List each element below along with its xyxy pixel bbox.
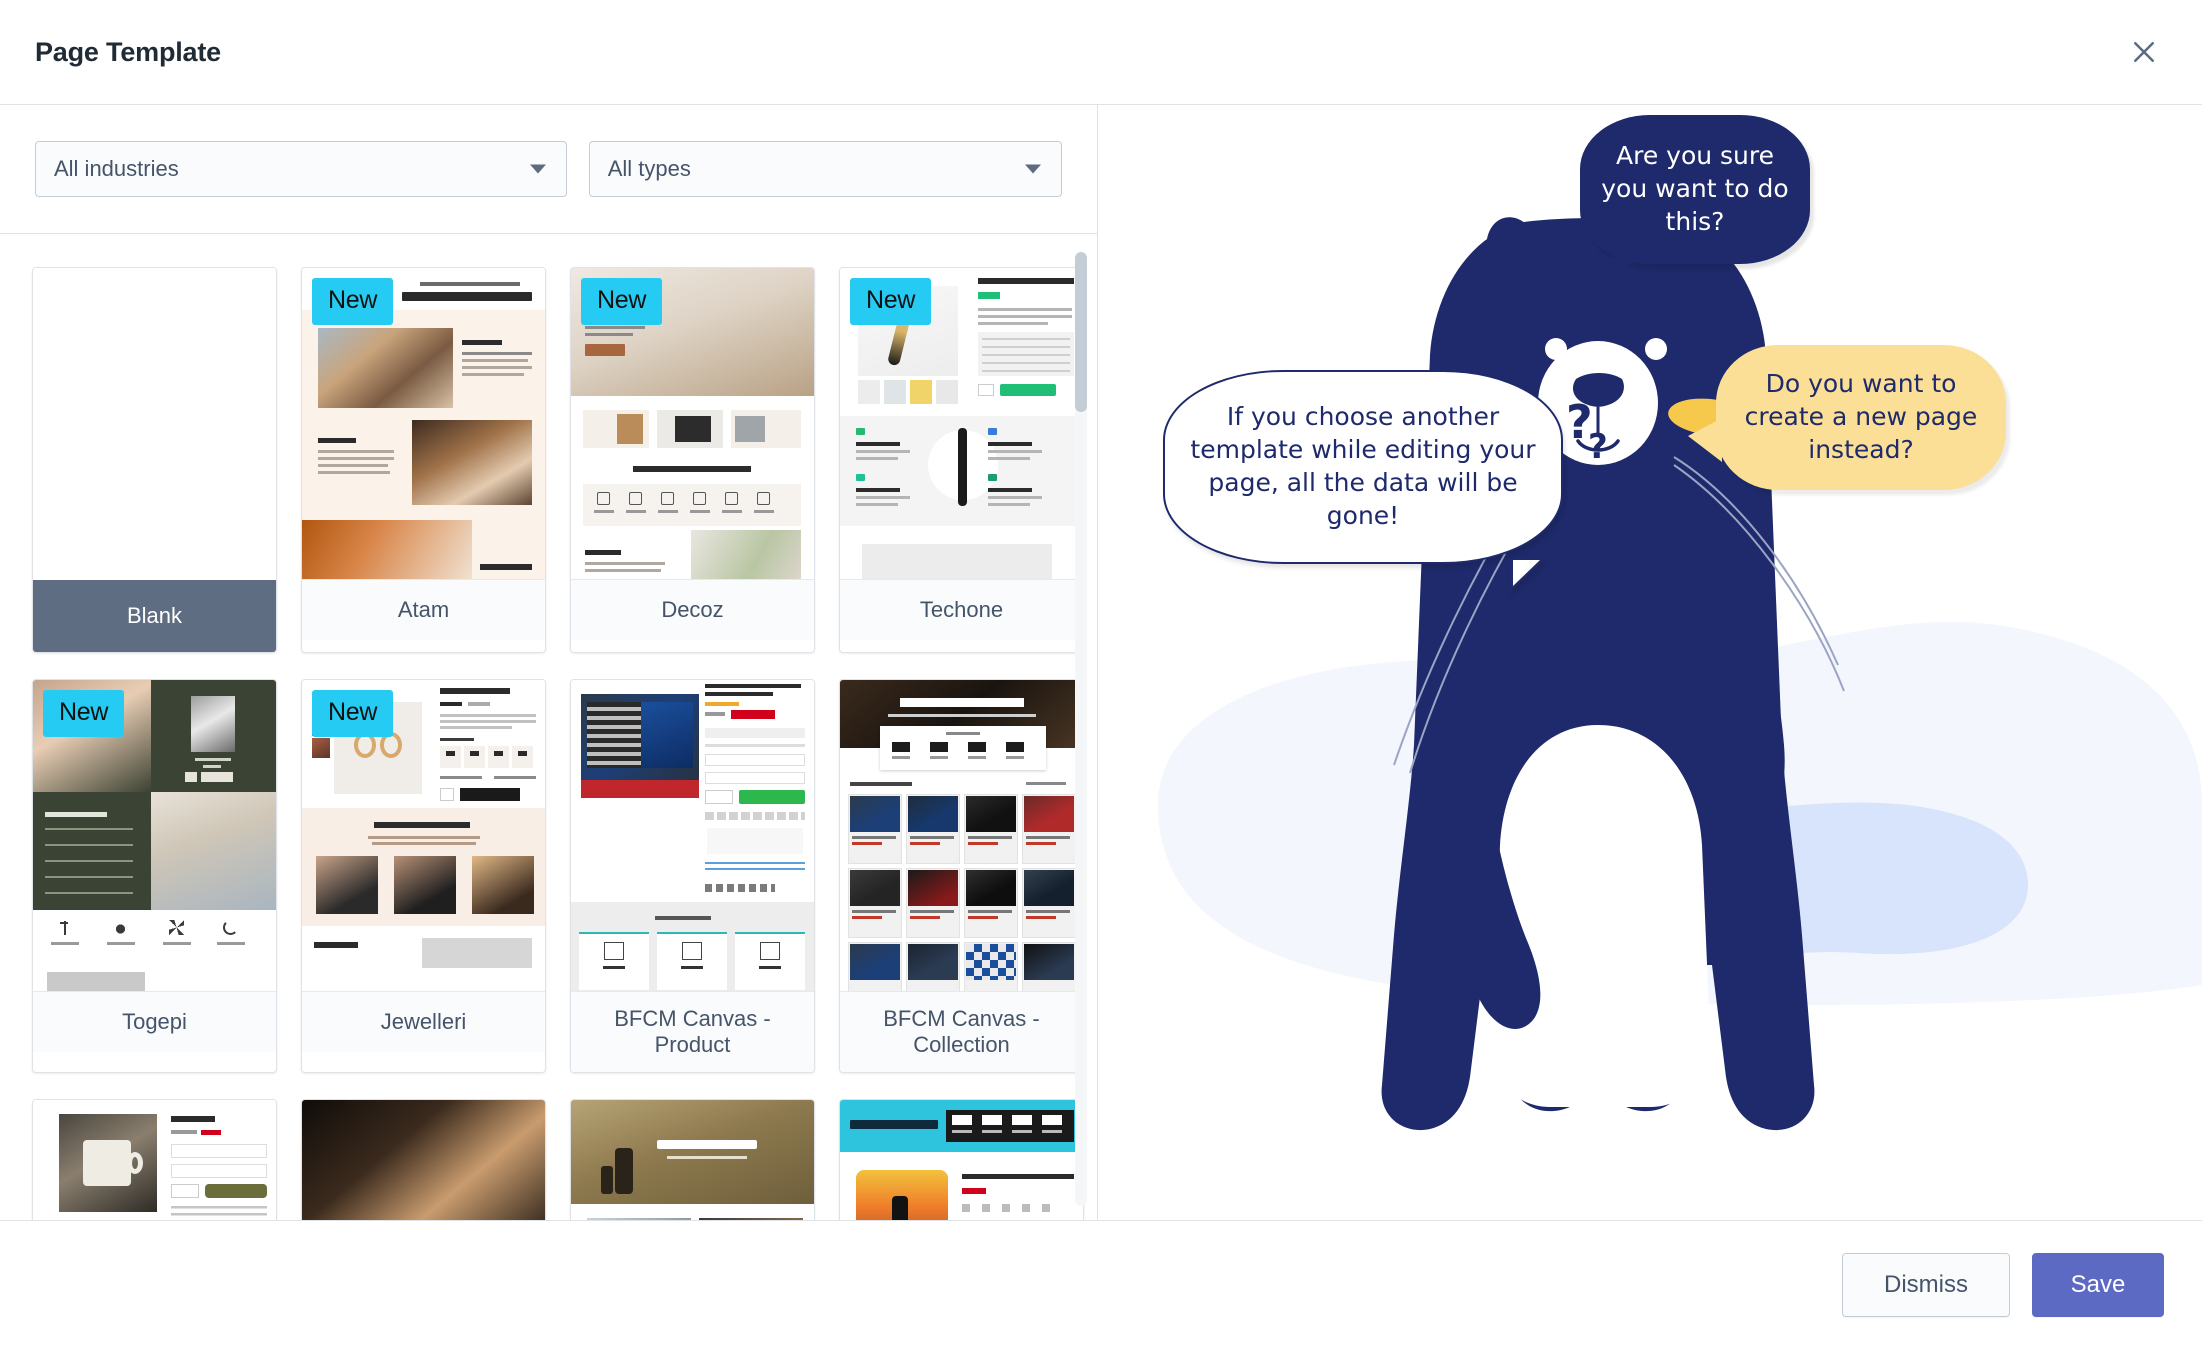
illustration-pane: ? ? If you choose another template while… xyxy=(1098,105,2202,1220)
types-select-value: All types xyxy=(607,156,691,181)
template-thumbnail xyxy=(571,1099,814,1220)
template-grid: Blank New Atam New Decoz New Techone New… xyxy=(0,249,1097,1220)
template-thumbnail xyxy=(302,1099,545,1220)
template-browser-pane: All industries All types Blank New Atam … xyxy=(0,105,1098,1220)
modal-header: Page Template xyxy=(0,0,2202,105)
new-badge: New xyxy=(43,690,125,737)
new-badge: New xyxy=(312,690,394,737)
template-thumbnail xyxy=(571,680,814,992)
template-card-decoz[interactable]: New Decoz xyxy=(570,267,815,653)
template-card-techone[interactable]: New Techone xyxy=(839,267,1084,653)
template-card-label: Techone xyxy=(840,580,1083,640)
speech-bubble-suggestion-text: Do you want to create a new page instead… xyxy=(1744,369,1978,464)
save-button[interactable]: Save xyxy=(2032,1252,2164,1317)
types-select[interactable]: All types xyxy=(588,141,1062,197)
template-card-bfcm-canvas-product[interactable]: BFCM Canvas - Product xyxy=(570,679,815,1073)
template-card-label: BFCM Canvas - Collection xyxy=(840,992,1083,1072)
bubble-tail xyxy=(1604,258,1648,304)
new-badge: New xyxy=(850,278,932,325)
template-grid-scroll[interactable]: Blank New Atam New Decoz New Techone New… xyxy=(0,234,1097,1220)
industries-select-value: All industries xyxy=(54,156,179,181)
question-mark-icon: ? xyxy=(1588,427,1608,467)
chevron-down-icon xyxy=(1025,164,1041,174)
template-card-togepi[interactable]: New Togepi xyxy=(32,679,277,1073)
filter-bar: All industries All types xyxy=(0,105,1097,234)
speech-bubble-warning: If you choose another template while edi… xyxy=(1163,370,1563,593)
template-card-fathers-day-gift[interactable] xyxy=(570,1098,815,1220)
template-card-my-kutie-skin[interactable] xyxy=(301,1098,546,1220)
template-thumbnail xyxy=(33,268,276,580)
template-card-label: Jewelleri xyxy=(302,992,545,1052)
mascot-illustration: ? ? If you choose another template while… xyxy=(1098,105,2202,1220)
modal-footer: Dismiss Save xyxy=(0,1220,2202,1348)
template-thumbnail xyxy=(33,1099,276,1220)
template-card-label: BFCM Canvas - Product xyxy=(571,992,814,1072)
speech-bubble-confirm-text: Are you sure you want to do this? xyxy=(1601,141,1789,236)
template-card-label: Decoz xyxy=(571,580,814,640)
template-card-label: Blank xyxy=(33,580,276,652)
template-card-label: Togepi xyxy=(33,992,276,1052)
bubble-tail xyxy=(1688,417,1722,462)
template-card-coffee-mug[interactable] xyxy=(32,1098,277,1220)
page-template-modal: Page Template All industries All types B… xyxy=(0,0,2202,1348)
scrollbar-thumb[interactable] xyxy=(1075,252,1087,412)
chevron-down-icon xyxy=(529,164,546,174)
template-thumbnail xyxy=(840,680,1083,992)
industries-select[interactable]: All industries xyxy=(35,141,567,197)
speech-bubble-confirm: Are you sure you want to do this? xyxy=(1580,115,1810,304)
template-card-blank[interactable]: Blank xyxy=(32,267,277,653)
modal-body: All industries All types Blank New Atam … xyxy=(0,105,2202,1220)
template-card-bfcm-canvas-collection[interactable]: BFCM Canvas - Collection xyxy=(839,679,1084,1073)
template-thumbnail xyxy=(840,1099,1083,1220)
new-badge: New xyxy=(581,278,663,325)
template-card-label: Atam xyxy=(302,580,545,640)
template-card-atam[interactable]: New Atam xyxy=(301,267,546,653)
speech-bubble-warning-text: If you choose another template while edi… xyxy=(1190,402,1536,530)
dismiss-button[interactable]: Dismiss xyxy=(1842,1252,2010,1317)
template-card-jewelleri[interactable]: New Jewelleri xyxy=(301,679,546,1073)
template-card-fathers-day-coming[interactable] xyxy=(839,1098,1084,1220)
page-title: Page Template xyxy=(35,36,221,67)
new-badge: New xyxy=(312,278,394,325)
bubble-tail-inner xyxy=(1513,560,1540,586)
speech-bubble-suggestion: Do you want to create a new page instead… xyxy=(1688,345,2006,490)
bear-mascot xyxy=(1381,217,1845,1131)
close-icon[interactable] xyxy=(2116,24,2172,80)
template-grid-scrollbar[interactable] xyxy=(1075,252,1087,1206)
